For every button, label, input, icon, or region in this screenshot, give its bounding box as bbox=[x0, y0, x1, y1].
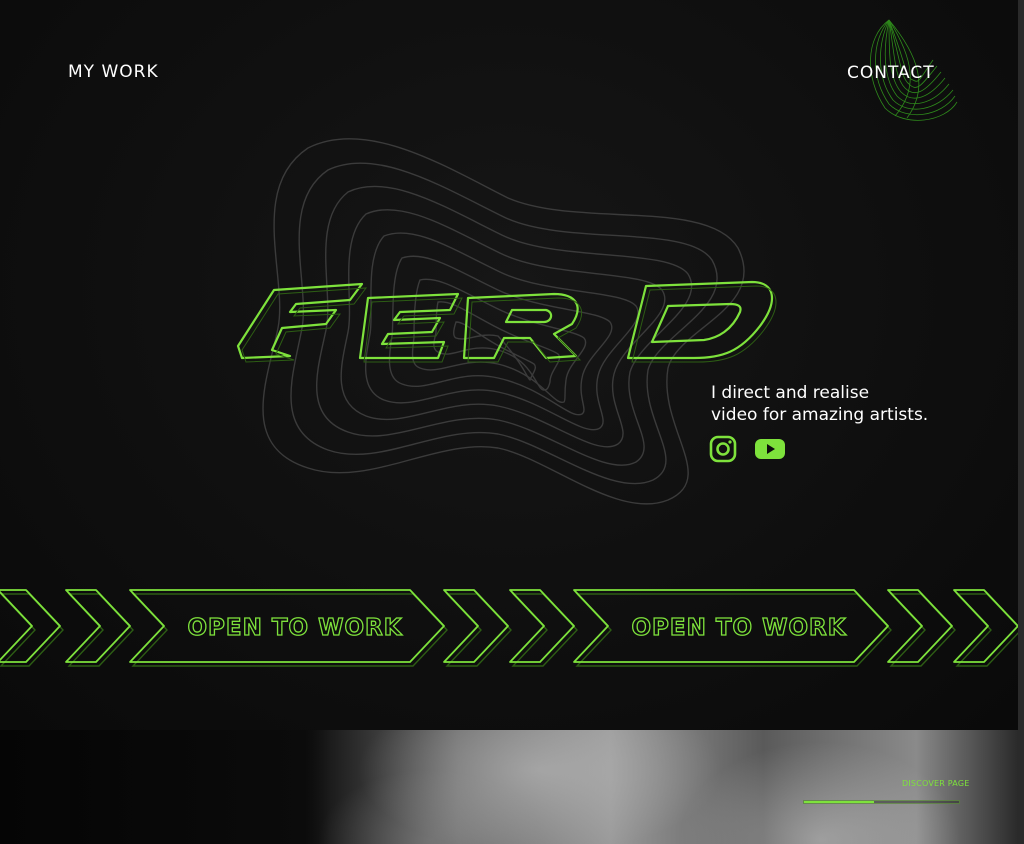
tagline-line-1: I direct and realise bbox=[711, 383, 870, 403]
banner-text-2: OPEN TO WORK bbox=[631, 615, 846, 641]
ferd-logo bbox=[236, 280, 777, 363]
discover-progress-fill bbox=[804, 801, 874, 803]
open-to-work-banner: OPEN TO WORK OPEN TO WORK bbox=[0, 589, 1018, 667]
youtube-icon bbox=[755, 439, 785, 459]
nav-my-work-link[interactable]: MY WORK bbox=[68, 62, 159, 82]
hero-section: MY WORK CONTACT I direct and realise vid… bbox=[0, 0, 1018, 730]
instagram-link[interactable] bbox=[708, 434, 738, 464]
photo-section: DISCOVER PAGE bbox=[0, 730, 1018, 844]
youtube-link[interactable] bbox=[754, 434, 786, 464]
nav-contact-link[interactable]: CONTACT bbox=[847, 63, 935, 83]
hero-tagline: I direct and realise video for amazing a… bbox=[711, 382, 971, 426]
tagline-line-2: video for amazing artists. bbox=[711, 405, 929, 425]
discover-progress-bar bbox=[803, 800, 960, 804]
banner-text-1: OPEN TO WORK bbox=[187, 615, 402, 641]
discover-page-link[interactable]: DISCOVER PAGE bbox=[902, 779, 969, 788]
instagram-icon bbox=[709, 435, 737, 463]
scrollbar-track[interactable] bbox=[1018, 0, 1024, 844]
photo-shadow bbox=[0, 730, 330, 844]
